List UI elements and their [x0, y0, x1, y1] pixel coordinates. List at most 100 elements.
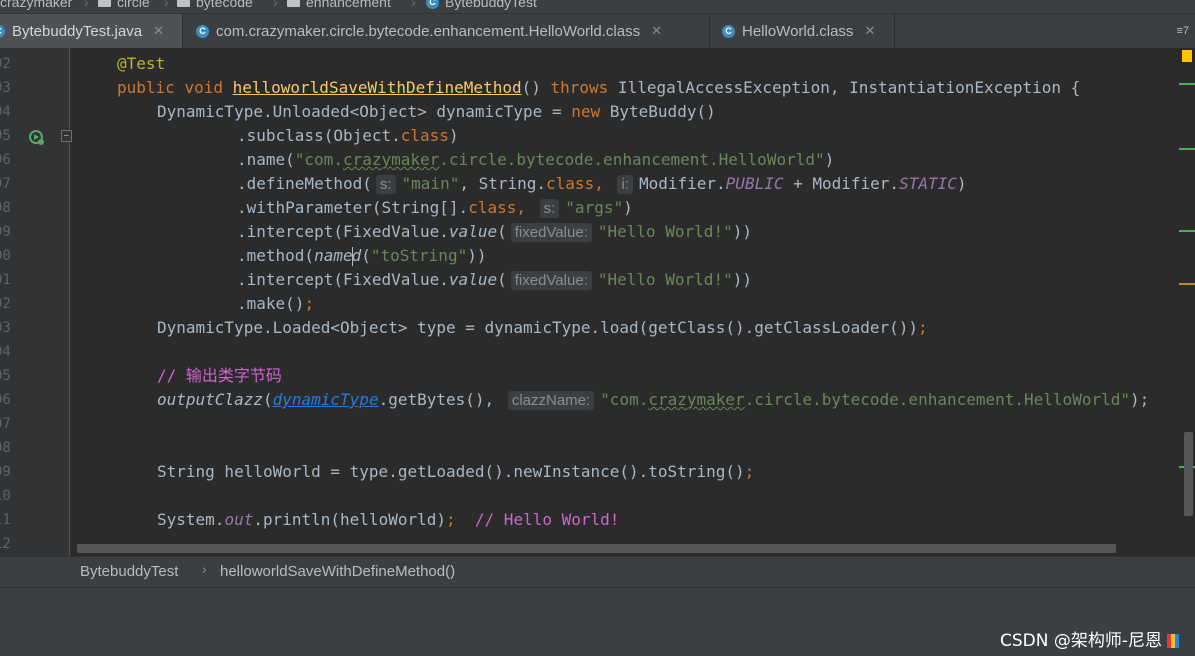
logo-icon [1167, 634, 1180, 648]
string-token: "Hello World!" [597, 222, 733, 241]
variable-link[interactable]: dynamicType [273, 390, 379, 409]
line-number: 98 [0, 200, 11, 216]
navigation-bar: crazymaker › circle › bytecode › enhance… [0, 0, 1195, 14]
nav-separator-icon: › [84, 0, 89, 10]
code-token: ByteBuddy() [600, 102, 716, 121]
change-marker[interactable] [1179, 83, 1195, 85]
code-token: () [521, 78, 551, 97]
change-marker[interactable] [1179, 148, 1195, 150]
line-number: 92 [0, 56, 11, 72]
line-number: 08 [0, 440, 11, 456]
tab-bytebuddytest-java[interactable]: C BytebuddyTest.java ✕ [0, 14, 183, 48]
parameter-hint: s: [375, 175, 396, 194]
string-token: "com. [294, 150, 343, 169]
code-line-94: DynamicType.Unloaded<Object> dynamicType… [157, 100, 716, 124]
nav-crumb-label: circle [117, 0, 150, 10]
line-number: 95 [0, 128, 11, 144]
code-editor[interactable]: @Test public void helloworldSaveWithDefi… [71, 48, 1179, 556]
folder-icon [287, 0, 300, 7]
code-line-102: .make(); [237, 292, 314, 316]
line-number: 97 [0, 176, 11, 192]
code-line-100: .method(named("toString")) [237, 244, 486, 268]
typo-token: crazymaker [648, 390, 745, 409]
close-icon[interactable]: ✕ [153, 23, 164, 39]
code-token: .println(helloWorld) [253, 510, 446, 529]
nav-crumb-label: BytebuddyTest [445, 0, 537, 10]
constant-token: STATIC [899, 174, 957, 193]
code-line-111: System.out.println(helloWorld); // Hello… [157, 508, 619, 532]
string-token: "toString" [370, 246, 468, 265]
folder-icon [177, 0, 190, 7]
horizontal-scrollbar[interactable] [77, 544, 1116, 553]
code-line-97: .defineMethod(s: "main", String.class, i:… [237, 172, 967, 196]
line-number: 01 [0, 272, 11, 288]
code-token: ) [824, 150, 835, 169]
code-token: .name( [237, 150, 295, 169]
editor-tab-bar: C BytebuddyTest.java ✕ C com.crazymaker.… [0, 14, 1195, 49]
code-token: , [594, 174, 614, 193]
nav-crumb-circle[interactable]: circle [98, 0, 150, 10]
nav-crumb-bytebuddytest[interactable]: C BytebuddyTest [426, 0, 537, 10]
code-token: .getBytes(), [378, 390, 504, 409]
warning-marker[interactable] [1179, 283, 1195, 285]
code-token: .intercept(FixedValue. [237, 222, 449, 241]
nav-crumb-enhancement[interactable]: enhancement [287, 0, 391, 10]
breadcrumb-class[interactable]: BytebuddyTest [80, 563, 178, 580]
breadcrumb-method[interactable]: helloworldSaveWithDefineMethod() [220, 563, 455, 580]
method-declaration: helloworldSaveWithDefineMethod [232, 78, 522, 97]
line-number: 94 [0, 104, 11, 120]
code-token: ( [497, 270, 507, 289]
close-icon[interactable]: ✕ [864, 23, 875, 39]
annotation-token: @Test [117, 54, 166, 73]
code-token: ( [497, 222, 507, 241]
code-line-101: .intercept(FixedValue.value(fixedValue: "… [237, 268, 752, 292]
code-token: .intercept(FixedValue. [237, 270, 449, 289]
run-test-icon[interactable] [28, 129, 46, 147]
change-marker[interactable] [1179, 230, 1195, 232]
code-token: .defineMethod( [237, 174, 372, 193]
class-icon: C [196, 24, 209, 38]
code-token: + Modifier. [783, 174, 900, 193]
nav-crumb-bytecode[interactable]: bytecode [177, 0, 253, 10]
keyword-token: class [400, 126, 449, 145]
string-token: .circle.bytecode.enhancement.HelloWorld" [439, 150, 825, 169]
code-token: .method( [237, 246, 315, 265]
code-token: Modifier. [638, 174, 726, 193]
tab-label: com.crazymaker.circle.bytecode.enhanceme… [216, 22, 641, 40]
code-token: )) [732, 270, 752, 289]
line-number: 10 [0, 488, 11, 504]
code-token: ); [1129, 390, 1150, 409]
line-number: 93 [0, 80, 11, 96]
warning-icon[interactable] [1182, 50, 1192, 62]
code-token: IllegalAccessException, InstantiationExc… [608, 78, 1081, 97]
nav-crumb-crazymaker[interactable]: crazymaker [0, 0, 72, 10]
code-token: ; [304, 294, 315, 313]
tab-overflow-count: ≡7 [1176, 25, 1189, 37]
method-token: value [448, 270, 498, 289]
code-token: ) [956, 174, 967, 193]
code-token: .subclass(Object. [237, 126, 401, 145]
close-icon[interactable]: ✕ [651, 23, 662, 39]
code-token: , [516, 198, 536, 217]
constant-token: PUBLIC [725, 174, 784, 193]
method-token: outputClazz [157, 390, 263, 409]
comment-token: 输出类字节码 [185, 366, 282, 385]
line-number: 05 [0, 368, 11, 384]
method-token: value [448, 222, 498, 241]
tab-helloworld-class[interactable]: C HelloWorld.class ✕ [712, 14, 895, 48]
keyword-token: throws [550, 78, 609, 97]
tab-label: HelloWorld.class [742, 22, 854, 40]
code-token: ( [361, 246, 371, 265]
comment-token: // Hello World! [455, 510, 620, 529]
line-number: 00 [0, 248, 11, 264]
vertical-scrollbar[interactable] [1184, 432, 1193, 516]
nav-crumb-label: enhancement [306, 0, 391, 10]
code-line-109: String helloWorld = type.getLoaded().new… [157, 460, 754, 484]
tab-overflow-menu[interactable]: ≡7 [1176, 14, 1189, 48]
code-line-105: // 输出类字节码 [157, 364, 282, 388]
parameter-hint: i: [617, 175, 633, 194]
java-class-icon: C [0, 24, 5, 38]
tab-label: BytebuddyTest.java [12, 22, 143, 40]
code-line-99: .intercept(FixedValue.value(fixedValue: "… [237, 220, 752, 244]
tab-helloworld-class-full[interactable]: C com.crazymaker.circle.bytecode.enhance… [185, 14, 710, 48]
